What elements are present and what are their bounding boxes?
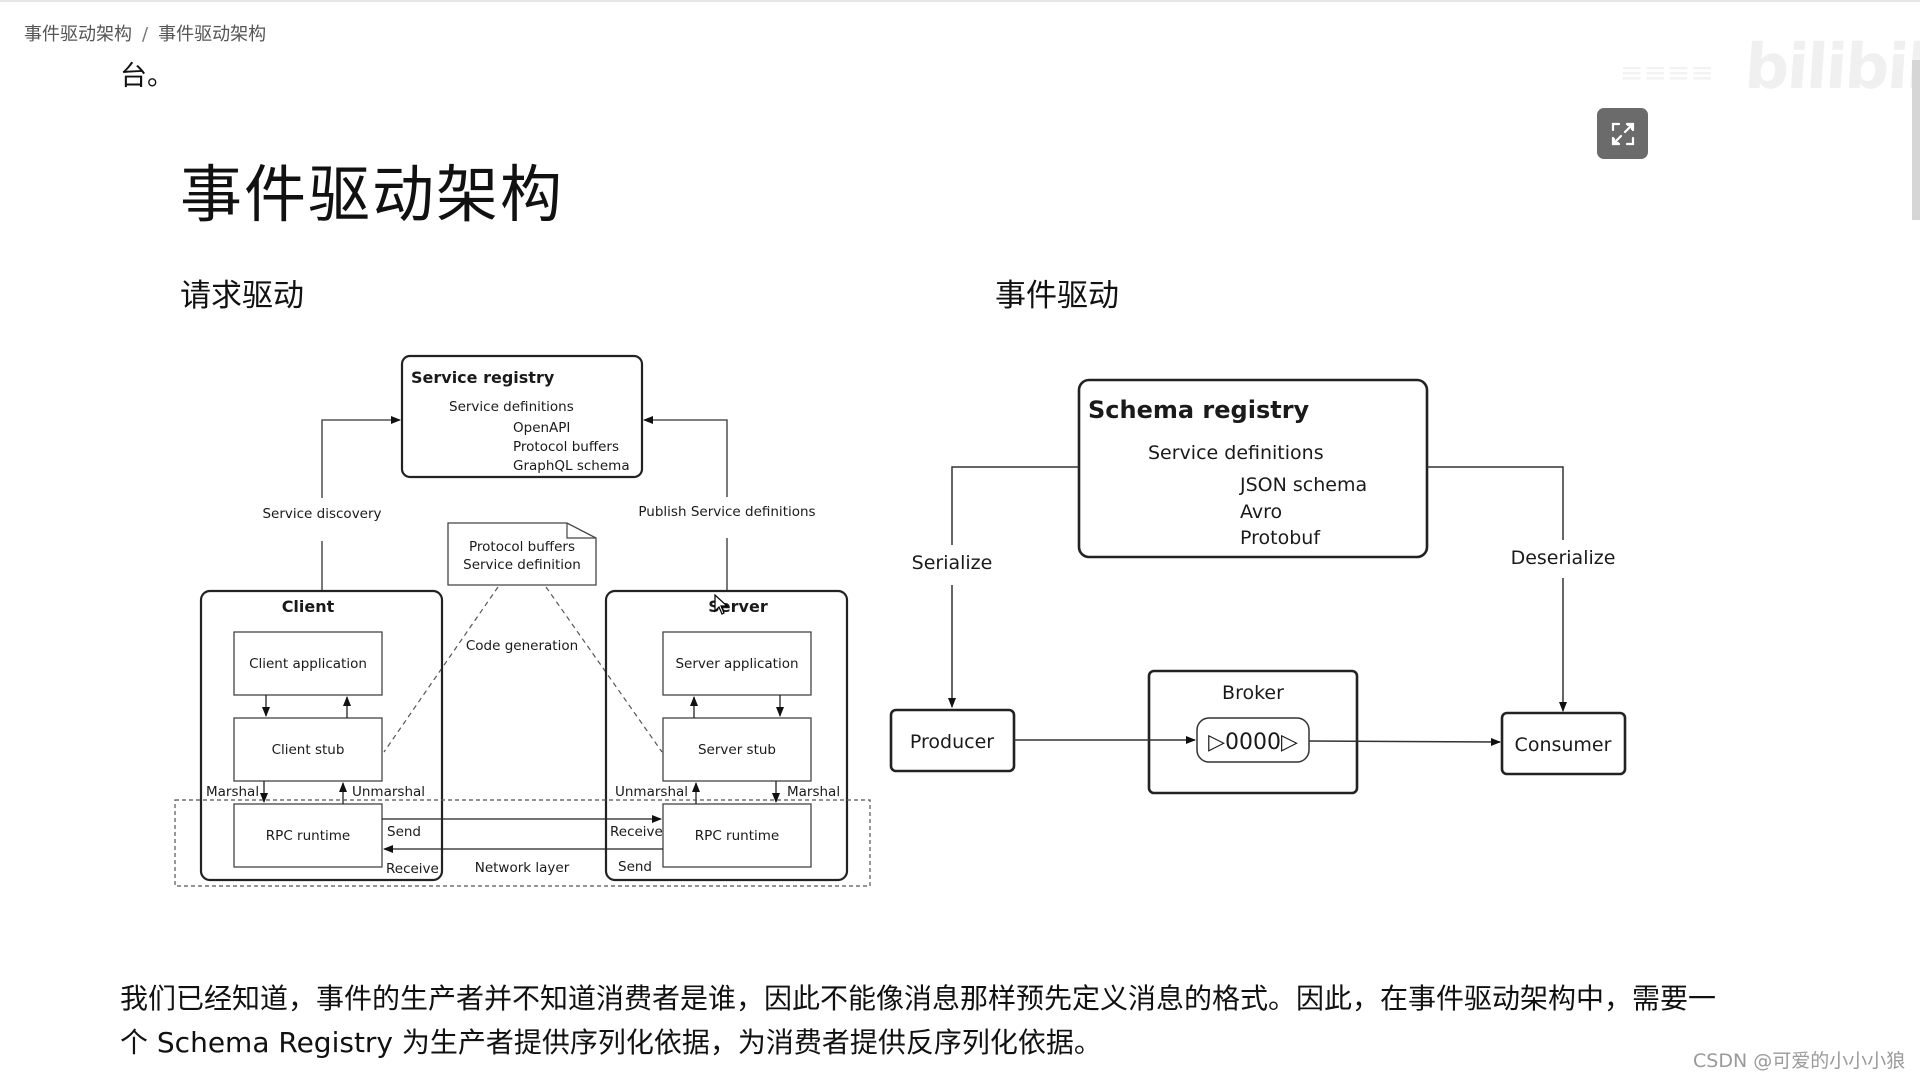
client-unmarshal-label: Unmarshal (352, 784, 425, 800)
server-application-box (662, 631, 812, 696)
producer-label: Producer (910, 731, 994, 753)
code-gen-dashed-line (545, 586, 663, 753)
watermark-blur-text: ≡≡≡≡ (1620, 56, 1714, 89)
service-registry-subtitle: Service definitions (449, 399, 574, 415)
client-title: Client (282, 597, 335, 616)
deserialize-label: Deserialize (1511, 547, 1616, 569)
breadcrumb: 事件驱动架构 / 事件驱动架构 (24, 20, 266, 46)
schema-registry-subtitle: Service definitions (1148, 442, 1324, 464)
server-application-label: Server application (675, 656, 798, 672)
breadcrumb-separator: / (142, 24, 149, 45)
consumer-box (1500, 711, 1627, 776)
schema-item: JSON schema (1239, 474, 1367, 496)
schema-registry-box (1077, 378, 1429, 559)
protocol-doc-line: Protocol buffers (469, 539, 575, 555)
producer-box (889, 708, 1016, 773)
serialize-connector (951, 466, 1079, 545)
network-layer-boundary (174, 799, 871, 887)
consumer-label: Consumer (1515, 734, 1612, 756)
server-rpc-runtime-label: RPC runtime (695, 828, 779, 844)
client-send-label: Send (387, 824, 421, 840)
registry-item: OpenAPI (513, 420, 570, 436)
protocol-doc-line: Service definition (463, 557, 581, 573)
scrollbar-thumb[interactable] (1912, 60, 1920, 220)
client-receive-label: Receive (386, 861, 439, 877)
broker-label: Broker (1222, 682, 1284, 704)
previous-text-tail: 台。 (120, 61, 174, 92)
expand-icon (1611, 122, 1634, 145)
request-driven-diagram: Service registry Service definitions Ope… (174, 354, 871, 887)
client-rpc-runtime-box (233, 803, 383, 868)
schema-item: Protobuf (1240, 527, 1321, 549)
service-discovery-label: Service discovery (262, 506, 381, 522)
code-gen-dashed-line (383, 586, 499, 753)
schema-registry-title: Schema registry (1088, 396, 1310, 424)
request-driven-heading: 请求驱动 (180, 278, 304, 314)
server-rpc-runtime-box (662, 803, 812, 868)
paragraph-line: 我们已经知道，事件的生产者并不知道消费者是谁，因此不能像消息那样预先定义消息的格… (120, 982, 1717, 1015)
client-rpc-runtime-label: RPC runtime (266, 828, 350, 844)
breadcrumb-item[interactable]: 事件驱动架构 (24, 20, 132, 46)
explanation-paragraph: 我们已经知道，事件的生产者并不知道消费者是谁，因此不能像消息那样预先定义消息的格… (120, 977, 1820, 1065)
server-stub-label: Server stub (698, 742, 776, 758)
top-border (0, 0, 1920, 2)
client-container (199, 589, 444, 882)
server-receive-label: Receive (610, 824, 663, 840)
network-layer-label: Network layer (475, 860, 570, 876)
breadcrumb-item-current: 事件驱动架构 (158, 24, 267, 45)
registry-item: GraphQL schema (513, 458, 630, 474)
expand-button[interactable] (1597, 108, 1648, 159)
publish-service-definitions-label: Publish Service definitions (638, 504, 815, 520)
server-container (604, 589, 849, 882)
slide-title: 事件驱动架构 (180, 158, 565, 231)
deserialize-connector (1427, 466, 1564, 540)
client-stub-box (233, 717, 383, 782)
registry-item: Protocol buffers (513, 439, 619, 455)
mouse-cursor-icon (714, 594, 729, 615)
code-generation-label: Code generation (466, 638, 578, 654)
schema-item: Avro (1240, 501, 1282, 523)
paragraph-line: 个 Schema Registry 为生产者提供序列化依据，为消费者提供反序列化… (120, 1026, 1102, 1059)
client-stub-label: Client stub (272, 742, 345, 758)
service-registry-box (400, 354, 644, 479)
broker-box (1147, 669, 1359, 795)
csdn-watermark: CSDN @可爱的小小小狼 (1693, 1050, 1906, 1072)
serialize-label: Serialize (912, 552, 993, 574)
server-stub-box (662, 717, 812, 782)
broker-to-consumer-arrow (1308, 737, 1501, 746)
server-marshal-label: Marshal (787, 784, 840, 800)
event-driven-heading: 事件驱动 (995, 278, 1119, 314)
client-application-box (233, 631, 383, 696)
queue-glyph: ▷0000▷ (1208, 730, 1298, 755)
protocol-doc-shape (447, 522, 597, 586)
bilibili-watermark-logo: bilibili (1742, 30, 1920, 103)
event-driven-diagram: Schema registry Service definitions JSON… (889, 378, 1627, 795)
service-discovery-connector (321, 416, 401, 498)
service-registry-title: Service registry (411, 368, 555, 387)
broker-queue (1196, 717, 1310, 763)
publish-connector (643, 416, 728, 497)
client-application-label: Client application (249, 656, 367, 672)
client-marshal-label: Marshal (206, 784, 259, 800)
server-send-label: Send (618, 859, 652, 875)
server-unmarshal-label: Unmarshal (615, 784, 688, 800)
